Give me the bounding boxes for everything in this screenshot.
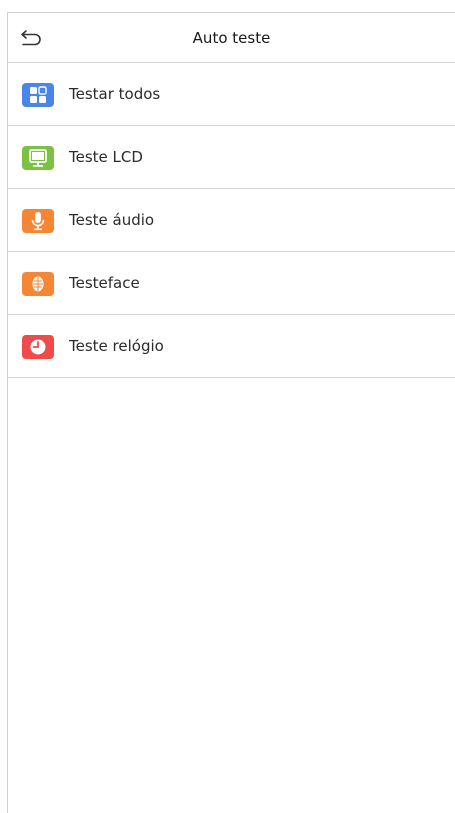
test-menu-list: Testar todos Teste LCD Teste áudio Teste…	[8, 63, 455, 378]
page-title: Auto teste	[192, 29, 271, 47]
header-bar: Auto teste	[8, 13, 455, 63]
menu-item-label: Teste LCD	[69, 148, 143, 166]
microphone-icon	[22, 209, 54, 233]
menu-item-label: Testeface	[69, 274, 140, 292]
menu-item-test-lcd[interactable]: Teste LCD	[8, 126, 455, 189]
auto-test-screen: Auto teste Testar todos Teste LCD Teste …	[0, 0, 455, 813]
monitor-icon	[22, 146, 54, 170]
clock-icon	[22, 335, 54, 359]
grid-apps-icon	[22, 83, 54, 107]
menu-item-label: Teste relógio	[69, 337, 164, 355]
menu-item-test-audio[interactable]: Teste áudio	[8, 189, 455, 252]
menu-item-test-clock[interactable]: Teste relógio	[8, 315, 455, 378]
menu-item-test-face[interactable]: Testeface	[8, 252, 455, 315]
menu-item-test-all[interactable]: Testar todos	[8, 63, 455, 126]
menu-item-label: Teste áudio	[69, 211, 155, 229]
menu-item-label: Testar todos	[69, 85, 161, 103]
face-scan-icon	[22, 272, 54, 296]
